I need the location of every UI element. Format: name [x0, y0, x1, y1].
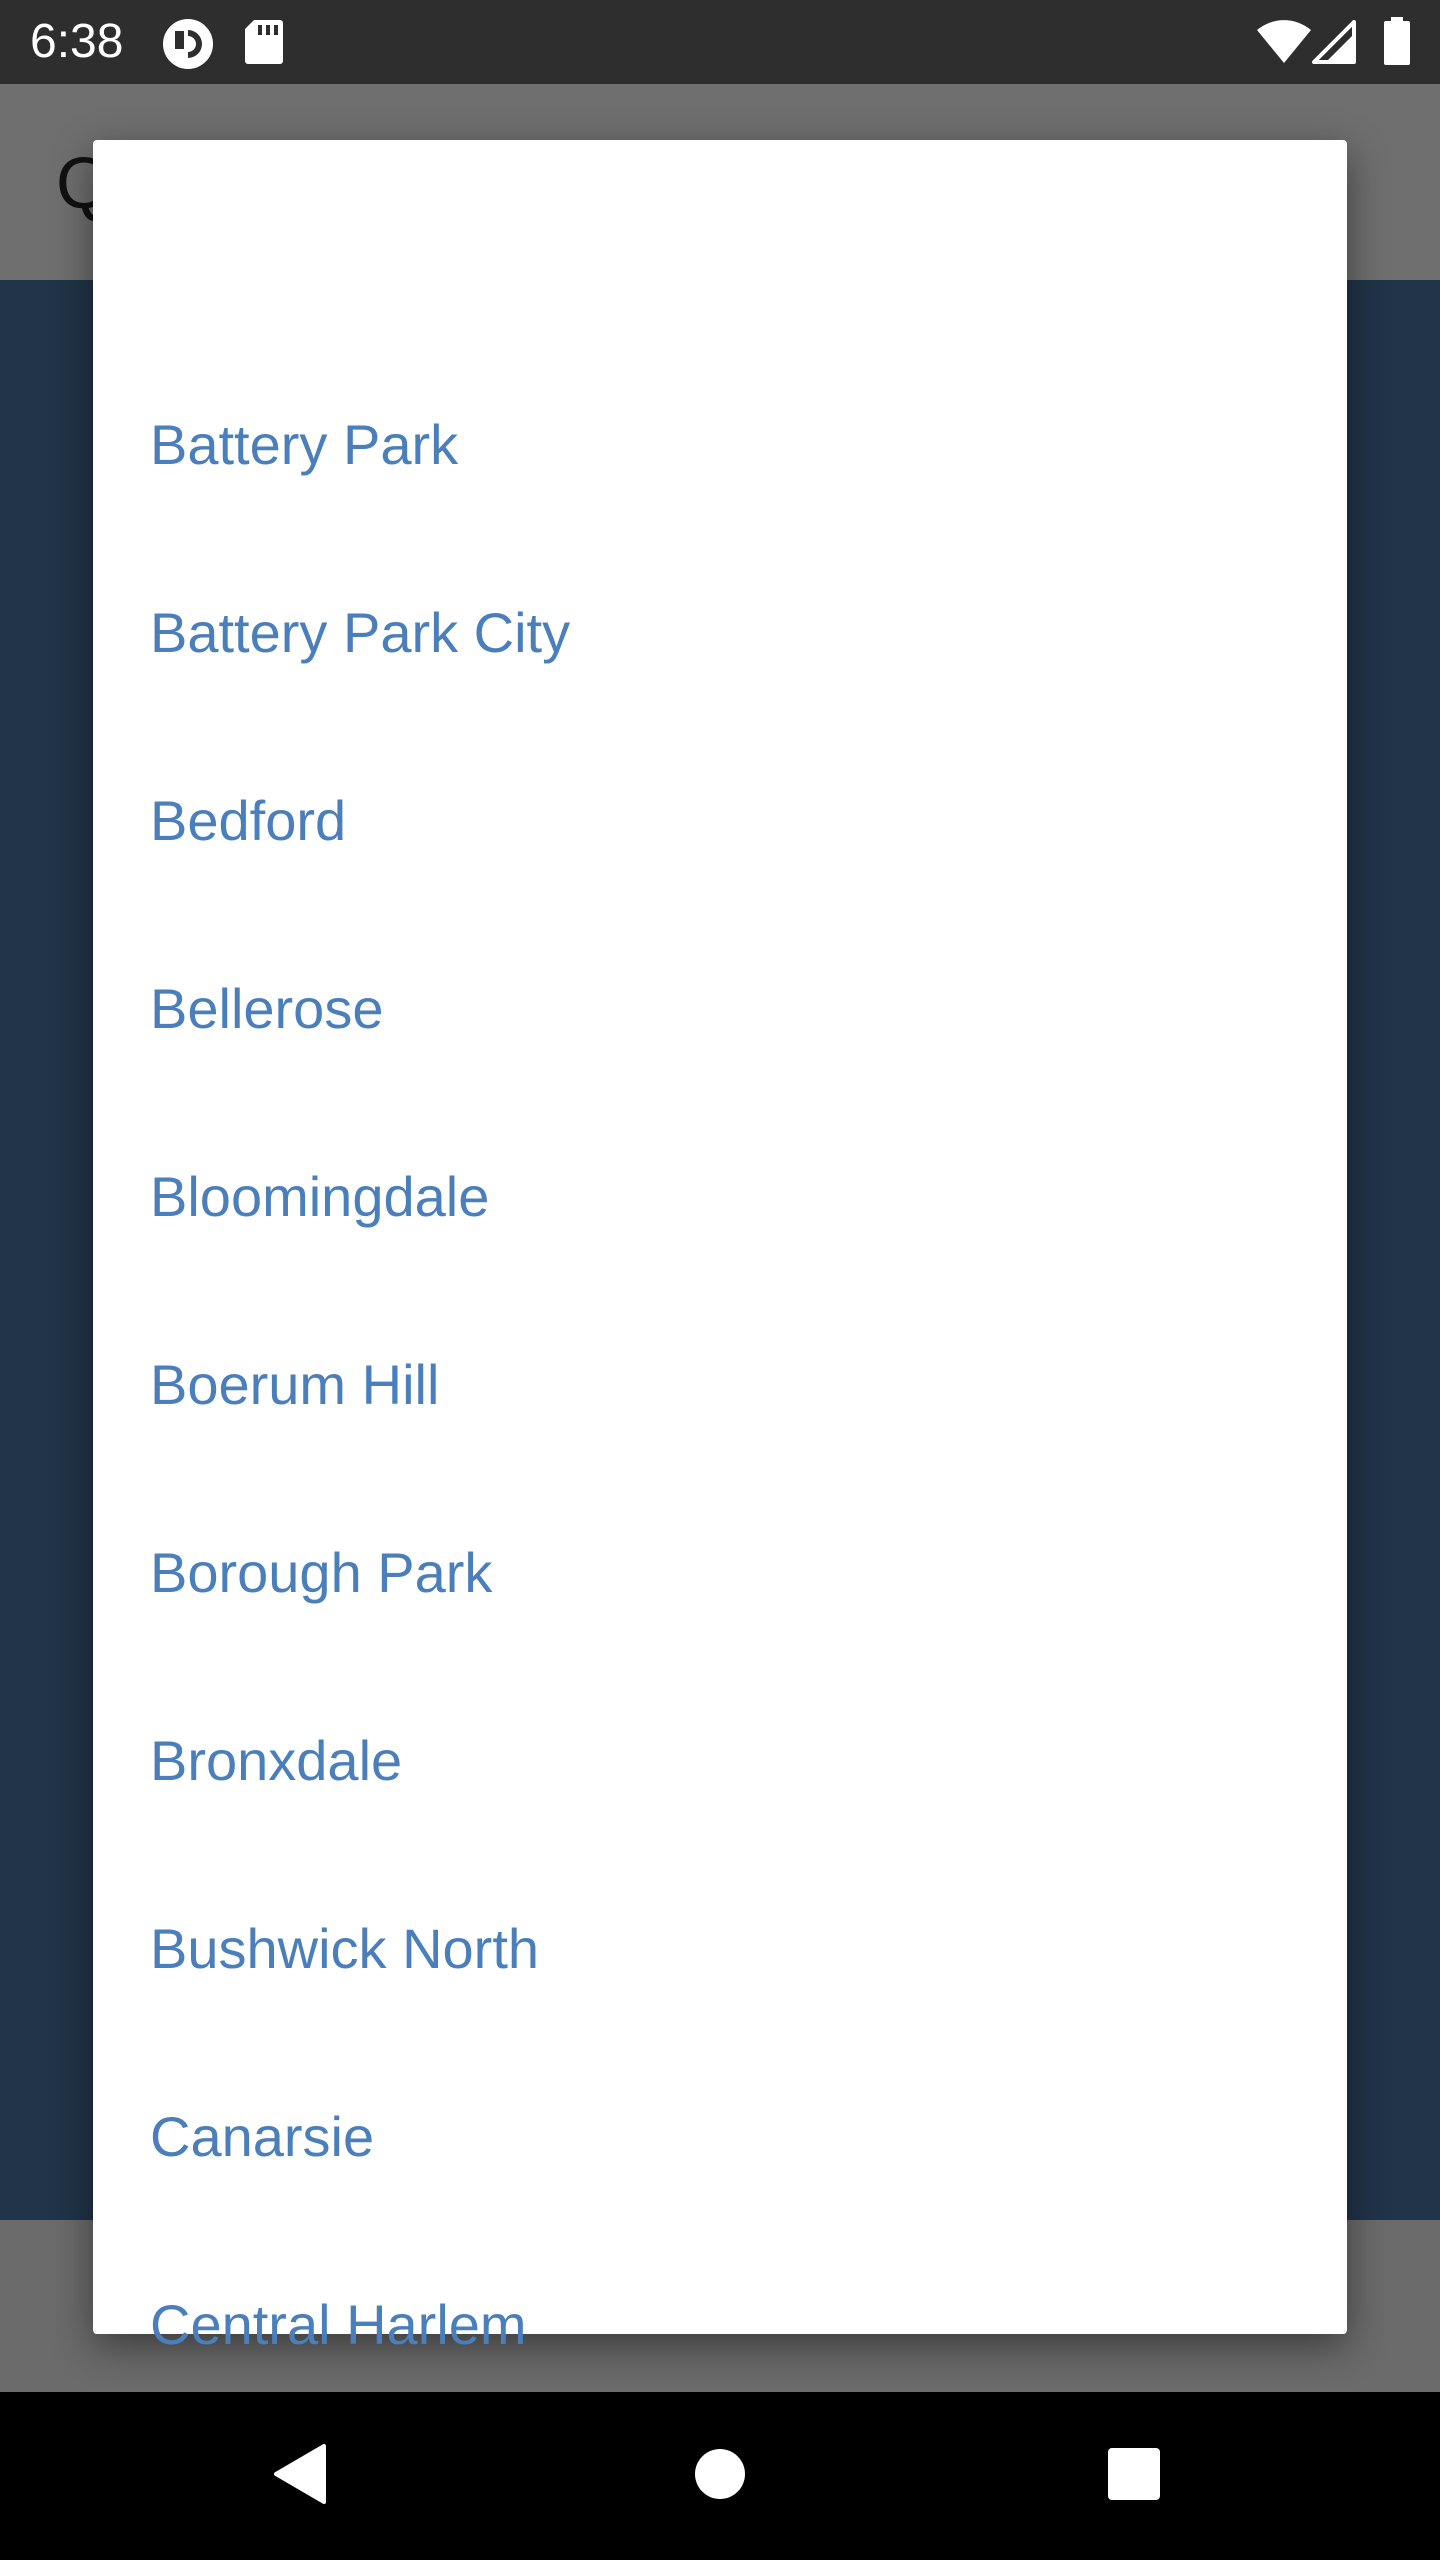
status-bar: 6:38: [0, 0, 1440, 84]
wifi-icon: [1256, 20, 1312, 69]
option-item[interactable]: Bellerose: [93, 914, 1347, 1102]
back-button[interactable]: [200, 2392, 400, 2560]
cell-signal-icon: [1310, 20, 1356, 69]
option-item[interactable]: Borough Park: [93, 1478, 1347, 1666]
back-icon: [272, 2443, 328, 2510]
option-item[interactable]: Bronxdale: [93, 1666, 1347, 1854]
option-item[interactable]: Bushwick North: [93, 1854, 1347, 2042]
app-notification-icon: [162, 18, 214, 75]
navigation-bar: [0, 2392, 1440, 2560]
option-item[interactable]: Bloomingdale: [93, 1102, 1347, 1290]
option-item[interactable]: Central Harlem: [93, 2230, 1347, 2418]
option-item[interactable]: Bedford: [93, 726, 1347, 914]
recents-button[interactable]: [1034, 2392, 1234, 2560]
neighborhood-picker-dialog: Battery Park Battery Park City Bedford B…: [93, 140, 1347, 2356]
battery-icon: [1382, 16, 1412, 71]
option-item[interactable]: Battery Park City: [93, 538, 1347, 726]
recents-icon: [1107, 2447, 1161, 2506]
home-icon: [694, 2448, 746, 2505]
sd-card-icon: [244, 18, 284, 71]
status-time: 6:38: [30, 15, 124, 68]
option-item[interactable]: Boerum Hill: [93, 1290, 1347, 1478]
option-item[interactable]: Canarsie: [93, 2042, 1347, 2230]
home-button[interactable]: [620, 2392, 820, 2560]
option-item[interactable]: Battery Park: [93, 350, 1347, 538]
